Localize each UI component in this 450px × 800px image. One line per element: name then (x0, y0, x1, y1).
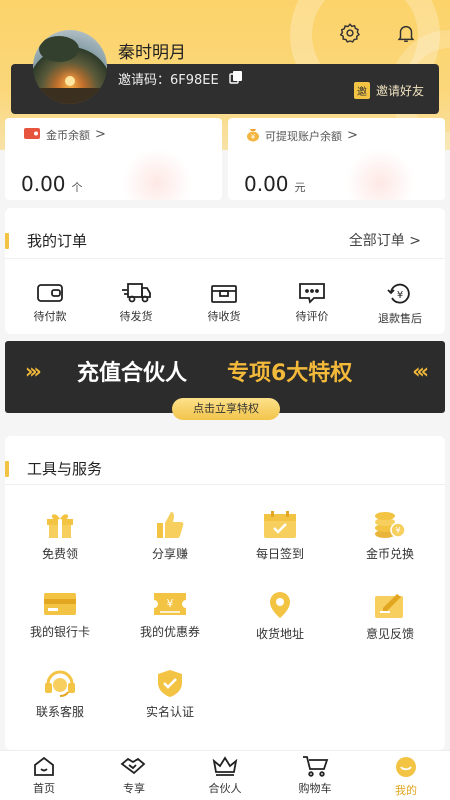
refund-icon: ¥ (365, 282, 435, 306)
copy-icon[interactable] (229, 70, 243, 88)
orders-title: 我的订单 (5, 230, 87, 251)
shield-check-icon (120, 668, 220, 698)
invite-code-text: 邀请码：6F98EE (118, 73, 219, 88)
card-decoration (345, 148, 415, 200)
tool-customer-service[interactable]: 联系客服 (10, 668, 110, 720)
coin-wallet-icon (23, 126, 41, 143)
feedback-icon (340, 590, 440, 620)
bank-card-icon (10, 590, 110, 618)
tool-daily-checkin[interactable]: 每日签到 (230, 510, 330, 562)
tools-title: 工具与服务 (5, 458, 102, 479)
card-decoration (122, 148, 192, 200)
location-pin-icon (230, 590, 330, 620)
cart-icon (280, 755, 350, 777)
invite-friend-button[interactable]: 邀 邀请好友 (353, 82, 424, 99)
svg-text:¥: ¥ (395, 526, 400, 535)
coin-balance-card[interactable]: 金币余额 > 0.00 个 (5, 118, 222, 200)
calendar-check-icon (230, 510, 330, 540)
bottom-tab-bar: 首页 专享 合伙人 购物车 我的 (0, 750, 450, 800)
tool-feedback[interactable]: 意见反馈 (340, 590, 440, 642)
withdraw-balance-value: 0.00 元 (244, 172, 306, 196)
username: 秦时明月 (118, 43, 186, 63)
tool-coin-exchange[interactable]: ¥ 金币兑换 (340, 510, 440, 562)
tool-address[interactable]: 收货地址 (230, 590, 330, 642)
divider (5, 484, 445, 485)
withdraw-balance-card[interactable]: ¥ 可提现账户余额 > 0.00 元 (228, 118, 445, 200)
money-bag-icon: ¥ (246, 126, 260, 145)
order-pending-payment[interactable]: 待付款 (15, 282, 85, 324)
wallet-icon (15, 282, 85, 304)
svg-text:¥: ¥ (167, 597, 174, 610)
claim-privilege-button[interactable]: 点击立享特权 (172, 398, 280, 420)
banner-arrows-right: ‹‹‹ (412, 359, 429, 383)
order-pending-review[interactable]: 待评价 (277, 282, 347, 324)
tab-cart[interactable]: 购物车 (280, 755, 350, 796)
svg-text:¥: ¥ (251, 133, 256, 141)
truck-icon (101, 282, 171, 304)
coin-balance-label: 金币余额 > (23, 126, 106, 143)
headset-icon (10, 668, 110, 698)
all-orders-link[interactable]: 全部订单 > (349, 230, 421, 250)
comment-icon (277, 282, 347, 304)
order-pending-receipt[interactable]: 待收货 (189, 282, 259, 324)
home-icon (9, 755, 79, 777)
avatar[interactable] (33, 30, 107, 104)
avatar-tree (39, 36, 79, 62)
banner-highlight-text: 专项6大特权 (227, 361, 353, 386)
tools-card: 工具与服务 免费领 分享赚 每日签到 ¥ 金币兑换 我的银行卡 ¥ 我的优惠券 … (5, 436, 445, 750)
tool-share-earn[interactable]: 分享赚 (120, 510, 220, 562)
coupon-icon: ¥ (120, 590, 220, 618)
tab-home[interactable]: 首页 (9, 755, 79, 796)
tool-real-name-verify[interactable]: 实名认证 (120, 668, 220, 720)
tab-mine[interactable]: 我的 (371, 755, 441, 798)
tool-coupons[interactable]: ¥ 我的优惠券 (120, 590, 220, 640)
avatar-sun (65, 76, 75, 86)
coin-balance-value: 0.00 个 (21, 172, 83, 196)
invite-friend-label: 邀请好友 (375, 84, 424, 98)
invite-code: 邀请码：6F98EE (118, 69, 243, 88)
banner-main-text: 充值合伙人 (77, 361, 188, 386)
bell-icon[interactable] (393, 20, 419, 46)
divider (5, 258, 445, 259)
avatar-ground (33, 88, 107, 104)
tool-free-gift[interactable]: 免费领 (10, 510, 110, 562)
crown-icon (190, 755, 260, 777)
handshake-icon (99, 755, 169, 777)
svg-text:¥: ¥ (397, 290, 403, 301)
tab-exclusive[interactable]: 专享 (99, 755, 169, 796)
invite-badge: 邀 (353, 82, 370, 99)
title-accent-bar (5, 232, 9, 249)
gift-icon (10, 510, 110, 540)
thumbs-up-icon (120, 510, 220, 540)
title-accent-bar (5, 460, 9, 477)
tab-partner[interactable]: 合伙人 (190, 755, 260, 796)
withdraw-balance-label: ¥ 可提现账户余额 > (246, 126, 358, 145)
banner-arrows-left: ››› (25, 359, 42, 383)
order-refund[interactable]: ¥ 退款售后 (365, 282, 435, 326)
tool-bank-card[interactable]: 我的银行卡 (10, 590, 110, 640)
gear-icon[interactable] (337, 20, 363, 46)
box-icon (189, 282, 259, 304)
coins-icon: ¥ (340, 510, 440, 540)
profile-icon (371, 755, 441, 779)
order-pending-shipment[interactable]: 待发货 (101, 282, 171, 324)
orders-card: 我的订单 全部订单 > 待付款 待发货 待收货 待评价 ¥ 退款售后 (5, 208, 445, 334)
